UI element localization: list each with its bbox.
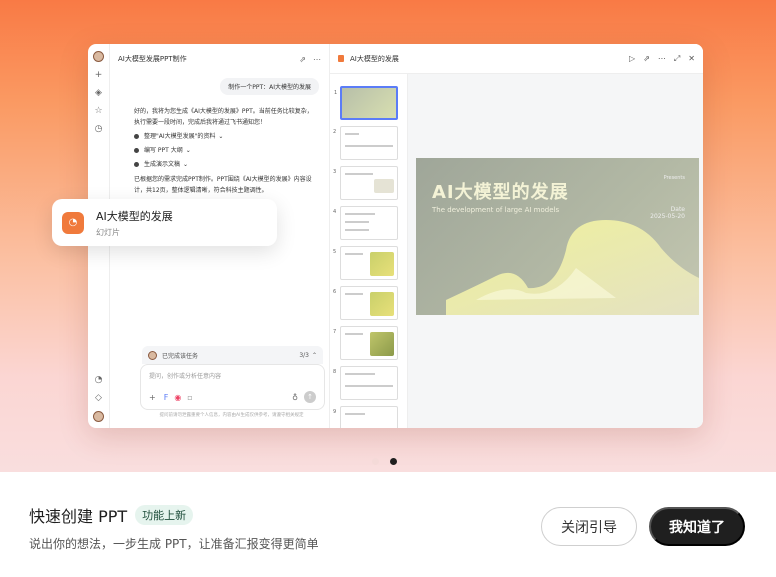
close-icon[interactable]: ✕ xyxy=(688,54,695,63)
task-count: 3/3 xyxy=(299,351,309,359)
check-icon xyxy=(134,134,139,139)
star-icon[interactable]: ☆ xyxy=(93,106,104,117)
chevron-up-icon: ⌃ xyxy=(311,351,317,359)
user-avatar[interactable] xyxy=(93,411,104,422)
ppt-header: AI大模型的发展 ▷ ⇗ ⋯ ⤢ ✕ xyxy=(330,44,703,74)
play-icon[interactable]: ▷ xyxy=(629,54,635,63)
layers-icon[interactable]: ◇ xyxy=(93,393,104,404)
plus-icon[interactable]: + xyxy=(93,70,104,81)
slide-preview[interactable]: AI大模型的发展 The development of large AI mod… xyxy=(416,158,699,315)
step-item[interactable]: 整理"AI大模型发展"的资料 ⌄ xyxy=(134,131,324,142)
pager-dot-active[interactable] xyxy=(390,458,397,465)
card-subtitle: 幻灯片 xyxy=(96,227,120,237)
more-icon[interactable]: ⋯ xyxy=(313,55,321,64)
slide-subtitle: The development of large AI models xyxy=(432,206,560,214)
step-item[interactable]: 生成演示文稿 ⌄ xyxy=(134,159,324,170)
slide-thumbnails: 1 2 3 4 5 6 7 8 9 xyxy=(330,74,408,428)
avatar[interactable] xyxy=(93,51,104,62)
tool-icon[interactable]: ◉ xyxy=(174,393,181,402)
slide-presenter: Presents xyxy=(663,175,685,181)
pager-dot[interactable] xyxy=(372,458,379,465)
ppt-file-icon xyxy=(338,55,344,62)
add-icon[interactable]: + xyxy=(149,393,156,402)
check-icon xyxy=(134,162,139,167)
hero-banner: + ◈ ☆ ◷ ◔ ◇ AI大模型发展PPT制作 ⇗ ⋯ 制作一个PPT：AI大… xyxy=(0,0,776,472)
slide-thumb[interactable]: 1 xyxy=(334,86,398,120)
cube-icon[interactable]: ◈ xyxy=(93,88,104,99)
disclaimer: 提问前请勿泄露重要个人信息，内容由AI生成仅供参考，请遵守相关规定 xyxy=(159,413,304,418)
check-icon xyxy=(134,148,139,153)
got-it-button[interactable]: 我知道了 xyxy=(649,507,745,546)
card-title: AI大模型的发展 xyxy=(96,209,173,223)
slide-thumb[interactable]: 5 xyxy=(333,246,398,280)
expand-icon[interactable]: ⤢ xyxy=(674,54,680,64)
step-item[interactable]: 编写 PPT 大纲 ⌄ xyxy=(134,145,324,156)
tool-icon[interactable]: F xyxy=(164,393,169,402)
slide-thumb[interactable]: 7 xyxy=(333,326,398,360)
new-feature-badge: 功能上新 xyxy=(135,505,194,525)
slide-title: AI大模型的发展 xyxy=(432,182,569,203)
mic-icon[interactable]: ♁ xyxy=(292,393,298,402)
done-line: 已根据您的需求完成PPT制作。PPT围绕《AI大模型的发展》内容设 xyxy=(134,176,312,183)
ppt-icon: ◔ xyxy=(62,211,84,234)
reply-line: 好的，我将为您生成《AI大模型的发展》PPT。当前任务比较复杂， xyxy=(134,108,313,115)
more-icon[interactable]: ⋯ xyxy=(658,54,666,63)
prompt-input[interactable]: 提问，创作或分析任意内容 + F ◉ ▫ ♁ ↑ xyxy=(140,364,325,410)
clock-icon[interactable]: ◷ xyxy=(93,124,104,135)
done-line: 计，共12页，整体逻辑清晰，符合科技主题调性。 xyxy=(134,187,268,194)
chat-title: AI大模型发展PPT制作 xyxy=(118,55,187,63)
chat-header: AI大模型发展PPT制作 ⇗ ⋯ xyxy=(110,44,329,74)
reply-line: 执行需要一段时间，完成后我将通过飞书通知您！ xyxy=(134,119,267,126)
feature-description: 说出你的想法，一步生成 PPT，让准备汇报变得更简单 xyxy=(29,537,319,551)
feature-title: 快速创建 PPT xyxy=(29,507,128,526)
prompt-placeholder: 提问，创作或分析任意内容 xyxy=(149,373,222,380)
ppt-title: AI大模型的发展 xyxy=(350,54,399,63)
share-icon[interactable]: ⇗ xyxy=(643,54,650,63)
user-message: 制作一个PPT：AI大模型的发展 xyxy=(220,78,319,95)
slide-thumb[interactable]: 6 xyxy=(333,286,398,320)
avatar xyxy=(148,350,157,360)
tool-icon[interactable]: ▫ xyxy=(187,393,192,402)
slide-date: Date 2025-05-20 xyxy=(650,206,685,220)
assistant-message: 好的，我将为您生成《AI大模型的发展》PPT。当前任务比较复杂， 执行需要一段时… xyxy=(134,106,324,196)
task-status-bar[interactable]: 已完成该任务 3/3 ⌃ xyxy=(142,346,323,364)
alarm-icon[interactable]: ◔ xyxy=(93,375,104,386)
task-label: 已完成该任务 xyxy=(162,352,199,360)
ppt-file-card[interactable]: ◔ AI大模型的发展 幻灯片 xyxy=(52,199,277,246)
ppt-pane: AI大模型的发展 ▷ ⇗ ⋯ ⤢ ✕ 1 2 3 4 5 6 7 8 9 AI大… xyxy=(330,44,703,428)
slide-thumb[interactable]: 2 xyxy=(333,126,398,160)
send-button[interactable]: ↑ xyxy=(304,391,316,403)
slide-thumb[interactable]: 8 xyxy=(333,366,398,400)
slide-thumb[interactable]: 4 xyxy=(333,206,398,240)
slide-thumb[interactable]: 9 xyxy=(333,406,398,428)
close-guide-button[interactable]: 关闭引导 xyxy=(541,507,637,546)
carousel-pager xyxy=(372,458,408,465)
slide-thumb[interactable]: 3 xyxy=(333,166,398,200)
feature-heading: 快速创建 PPT 功能上新 xyxy=(29,503,194,527)
share-icon[interactable]: ⇗ xyxy=(299,55,306,64)
